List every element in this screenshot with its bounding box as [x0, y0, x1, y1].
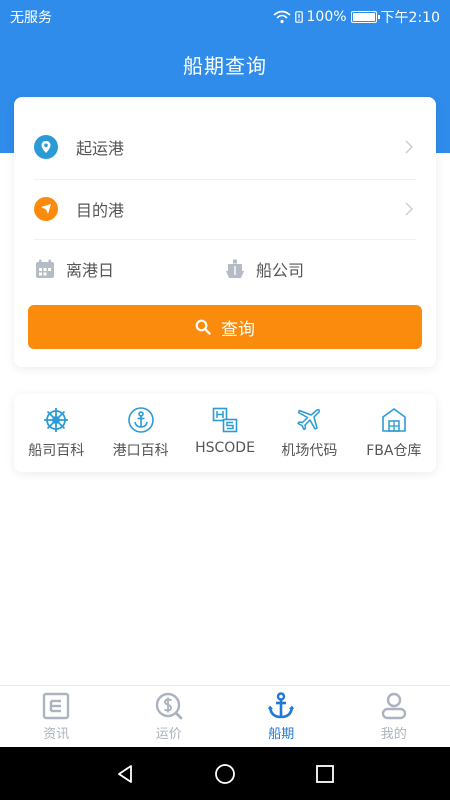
- tool-port-encyclopedia[interactable]: 港口百科: [98, 394, 182, 472]
- status-icons: 100% 下午2:10: [272, 7, 440, 27]
- status-bar: 无服务 100% 下午2:10: [0, 0, 450, 32]
- anchor-icon: [127, 407, 154, 433]
- destination-port-selector[interactable]: 目的港: [14, 189, 436, 229]
- nav-tab-news[interactable]: 资讯: [0, 686, 113, 747]
- tool-label: HSCODE: [195, 440, 255, 456]
- location-pin-icon: [34, 135, 58, 159]
- calendar-icon: [36, 259, 54, 278]
- nav-label: 运价: [155, 727, 182, 742]
- query-button[interactable]: 查询: [28, 305, 422, 349]
- navigation-arrow-icon: [34, 197, 58, 221]
- tool-label: 港口百科: [112, 443, 169, 459]
- destination-port-label: 目的港: [76, 201, 125, 220]
- tools-panel: 船司百科 港口百科 HSCODE 机场代码 FBA仓库: [14, 394, 436, 472]
- chevron-right-icon: [405, 202, 414, 216]
- ship-wheel-icon: [44, 408, 69, 432]
- bottom-navigation: 资讯 运价 船期 我的: [0, 685, 450, 747]
- origin-port-selector[interactable]: 起运港: [14, 127, 436, 167]
- page-title: 船期查询: [183, 54, 267, 78]
- chevron-right-icon: [405, 140, 414, 154]
- shipping-company-label: 船公司: [256, 261, 305, 280]
- tool-airport-codes[interactable]: 机场代码: [267, 394, 351, 472]
- search-icon: [195, 319, 211, 335]
- nav-tab-freight-rates[interactable]: 运价: [113, 686, 226, 747]
- airplane-icon: [297, 409, 321, 431]
- nav-label: 资讯: [43, 727, 70, 742]
- nav-tab-profile[interactable]: 我的: [338, 686, 450, 747]
- tool-label: FBA仓库: [366, 443, 422, 459]
- query-button-label: 查询: [221, 319, 255, 339]
- nav-label: 船期: [268, 727, 295, 742]
- news-icon: [43, 692, 70, 720]
- warehouse-icon: [382, 408, 406, 432]
- date-company-row: 离港日 船公司: [14, 249, 436, 289]
- clock-text: 下午2:10: [380, 10, 440, 26]
- battery-icon: [350, 11, 380, 23]
- nav-label: 我的: [380, 727, 407, 742]
- wifi-icon: [272, 10, 291, 24]
- back-icon[interactable]: [114, 763, 136, 785]
- carrier-text: 无服务: [10, 10, 52, 26]
- home-icon[interactable]: [214, 763, 236, 785]
- search-card: 起运港 目的港 离港日 船公司 查询: [14, 97, 436, 367]
- divider: [34, 239, 416, 240]
- battery-percent: 100%: [306, 9, 347, 25]
- tool-fba-warehouse[interactable]: FBA仓库: [352, 394, 436, 472]
- shipping-company-field[interactable]: 船公司: [224, 249, 304, 289]
- tool-label: 机场代码: [281, 443, 338, 459]
- departure-date-field[interactable]: 离港日: [34, 249, 114, 289]
- profile-icon: [381, 692, 406, 720]
- hs-code-icon: [212, 407, 238, 433]
- recent-apps-icon[interactable]: [314, 763, 336, 785]
- tool-hscode[interactable]: HSCODE: [183, 394, 267, 472]
- alarm-icon: [294, 11, 303, 23]
- origin-port-label: 起运港: [76, 139, 125, 158]
- nav-tab-schedules[interactable]: 船期: [225, 686, 338, 747]
- price-icon: [155, 692, 183, 720]
- divider: [34, 179, 416, 180]
- tool-label: 船司百科: [28, 443, 85, 459]
- system-navigation-bar: [0, 747, 450, 800]
- anchor-icon: [268, 692, 295, 719]
- ship-icon: [226, 259, 244, 278]
- departure-date-label: 离港日: [66, 261, 115, 280]
- tool-ship-encyclopedia[interactable]: 船司百科: [14, 394, 98, 472]
